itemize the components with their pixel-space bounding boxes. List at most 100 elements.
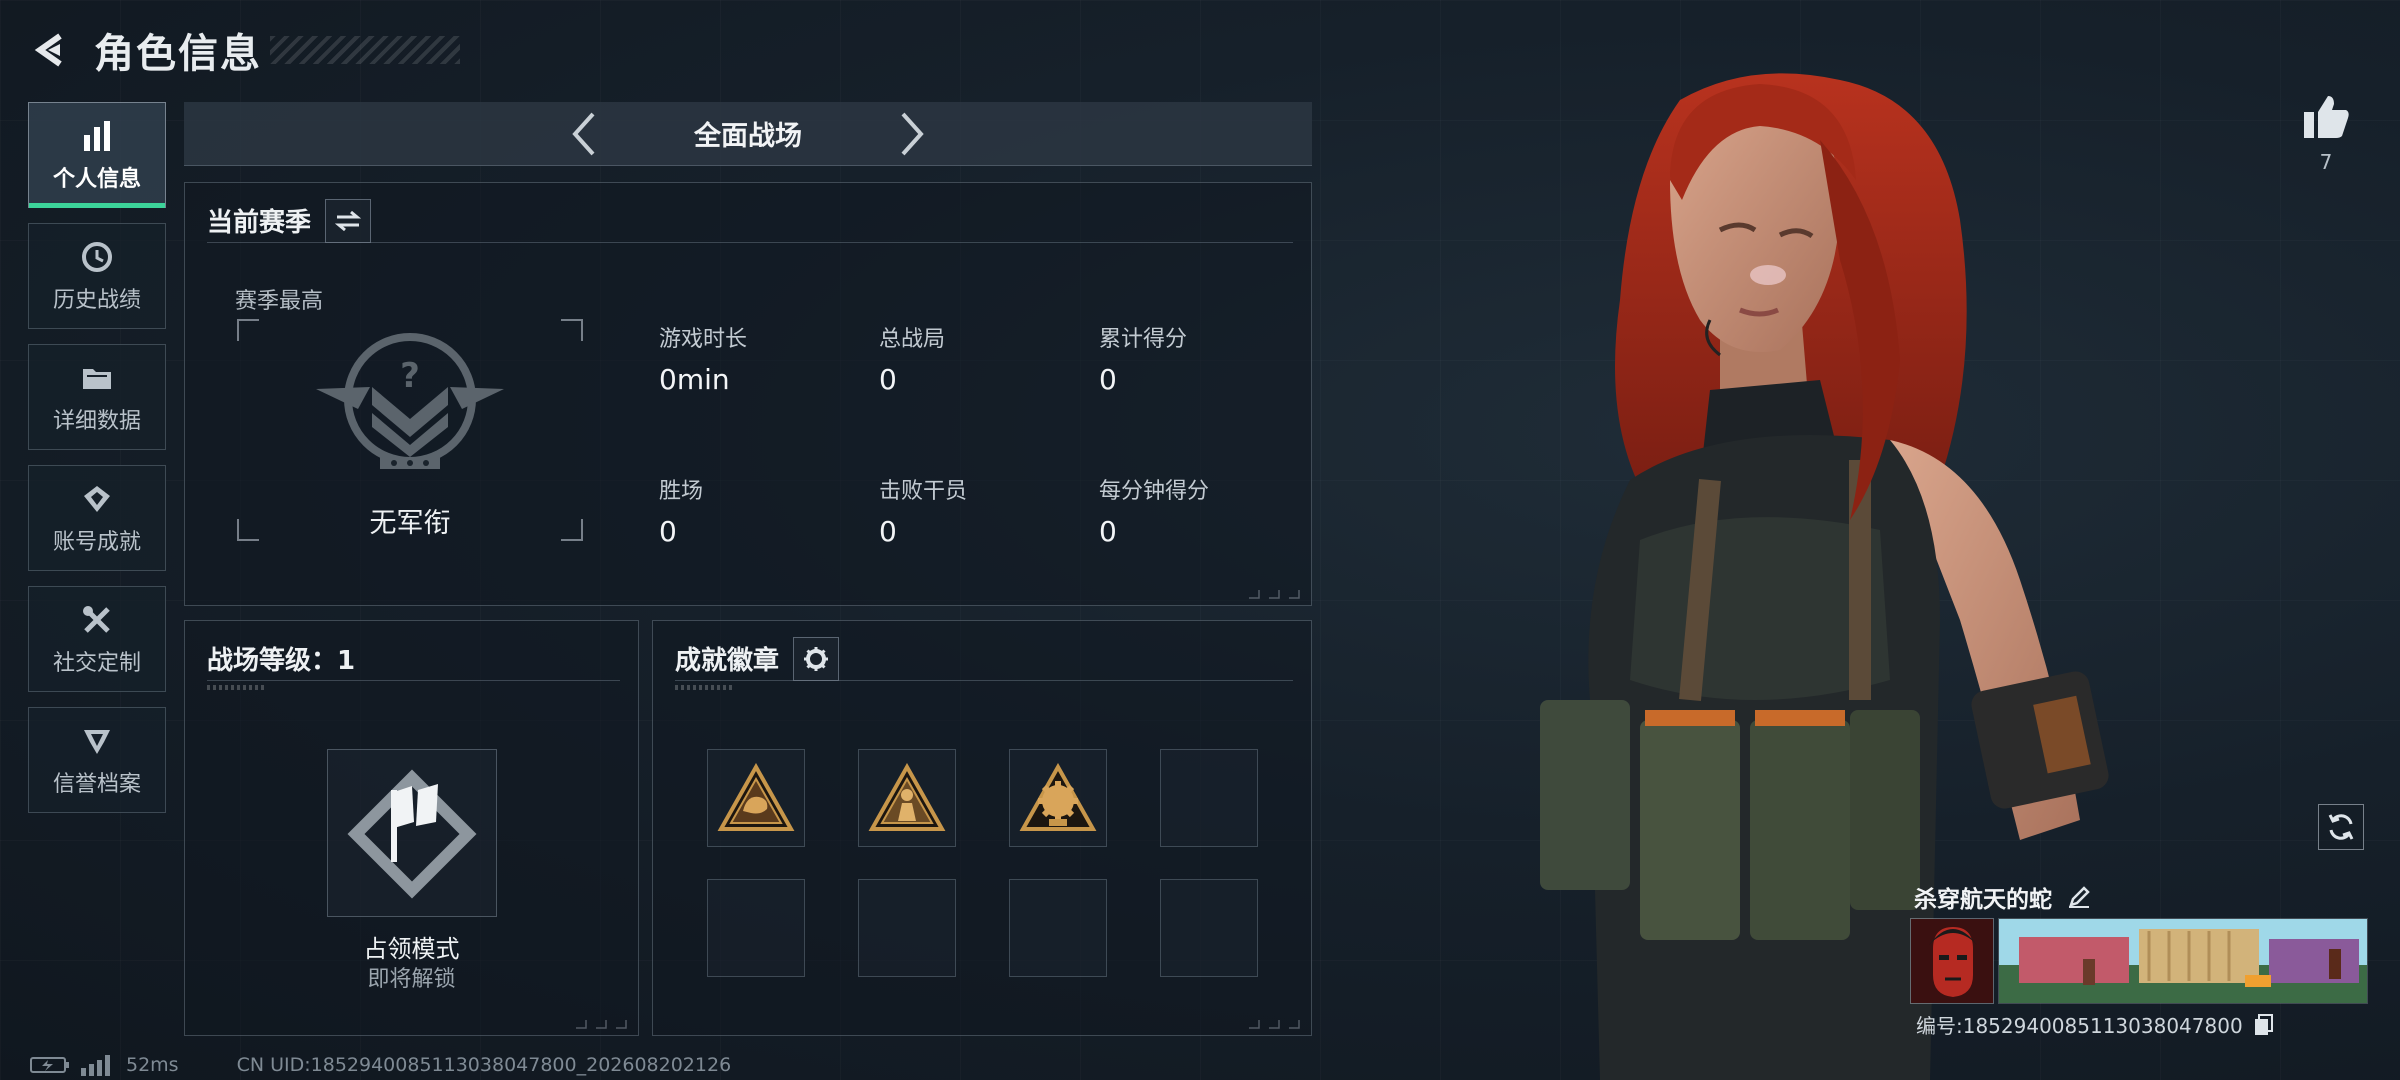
badges-panel: 成就徽章 (652, 620, 1312, 1036)
gear-icon (804, 646, 829, 671)
nav-item-personal-info[interactable]: 个人信息 (28, 102, 166, 208)
season-best-label: 赛季最高 (235, 289, 324, 314)
rank-name: 无军衔 (369, 508, 451, 539)
nav-item-credit-profile[interactable]: 信誉档案 (28, 707, 166, 813)
stat-wins: 胜场 0 (659, 473, 859, 548)
level-header: 战场等级：1 (207, 637, 620, 681)
player-name: 杀穿航天的蛇 (1914, 887, 2052, 913)
stat-label: 游戏时长 (659, 327, 748, 352)
level-mode-tile[interactable] (327, 749, 497, 917)
header-decoration (207, 685, 267, 690)
player-card-name-row: 杀穿航天的蛇 (1914, 880, 2094, 914)
level-mode-status: 即将解锁 (367, 967, 456, 992)
header-decoration (675, 685, 735, 690)
rank-frame: ? 无军衔 (237, 319, 583, 541)
player-banner (1998, 918, 2368, 1004)
season-title: 当前赛季 (207, 208, 312, 238)
folder-icon (78, 359, 116, 397)
page-header: 角色信息 (28, 20, 460, 80)
like-count: 7 (2319, 150, 2333, 174)
mode-next-button[interactable] (888, 102, 938, 166)
badge-fist-icon (717, 763, 795, 831)
level-panel: 战场等级：1 占领模式 即将解锁 (184, 620, 639, 1036)
panel-corner-decoration (1249, 1020, 1300, 1029)
badge-slot[interactable] (1160, 749, 1258, 847)
nav-label: 信誉档案 (52, 772, 141, 797)
tools-icon (78, 601, 116, 639)
stat-total-matches: 总战局 0 (879, 321, 1079, 396)
badge-slot[interactable] (1009, 879, 1107, 977)
copy-id-button[interactable] (2251, 1012, 2277, 1038)
badge-slot[interactable] (858, 879, 956, 977)
nav-item-history[interactable]: 历史战绩 (28, 223, 166, 329)
panel-corner-decoration (1249, 590, 1300, 599)
chevron-right-icon (901, 112, 924, 155)
panel-corner-decoration (576, 1020, 627, 1029)
nav-label: 社交定制 (52, 651, 141, 676)
battery-icon (30, 1057, 69, 1073)
badge-soldier-icon (868, 763, 946, 831)
avatar[interactable] (1910, 918, 1994, 1004)
stat-value: 0 (1099, 363, 1117, 396)
stat-label: 胜场 (659, 479, 704, 504)
stat-kills: 击败干员 0 (879, 473, 1079, 548)
level-title: 战场等级：1 (207, 646, 356, 676)
stat-label: 每分钟得分 (1099, 479, 1210, 504)
player-id-row: 编号:1852940085113038047800 (1916, 1010, 2277, 1039)
nav-item-detailed-data[interactable]: 详细数据 (28, 344, 166, 450)
nav-item-social-custom[interactable]: 社交定制 (28, 586, 166, 692)
swap-icon (335, 210, 362, 231)
stat-label: 累计得分 (1099, 327, 1188, 352)
ping-value: 52ms (126, 1054, 179, 1076)
stat-play-time: 游戏时长 0min (659, 321, 859, 396)
mode-switcher: 全面战场 (184, 102, 1312, 166)
side-nav: 个人信息 历史战绩 详细数据 账号成就 社交定制 信誉档案 (28, 102, 166, 828)
pencil-icon (2069, 886, 2090, 908)
badge-slot[interactable] (707, 879, 805, 977)
badge-slot[interactable] (1009, 749, 1107, 847)
badges-header: 成就徽章 (675, 636, 1293, 681)
stat-value: 0 (659, 515, 677, 548)
season-header: 当前赛季 (207, 198, 1293, 243)
nav-label: 账号成就 (52, 530, 141, 555)
stat-total-score: 累计得分 0 (1099, 321, 1299, 396)
thumbs-up-icon (2304, 96, 2349, 138)
season-switch-button[interactable] (325, 198, 372, 243)
credit-shield-icon (78, 722, 116, 760)
refresh-icon (2328, 814, 2354, 840)
stat-value: 0min (659, 363, 730, 396)
copy-icon (2254, 1013, 2273, 1035)
signal-icon (81, 1055, 110, 1076)
stat-score-per-minute: 每分钟得分 0 (1099, 473, 1299, 548)
page-title: 角色信息 (94, 31, 262, 77)
like-group: 7 (2296, 94, 2356, 174)
like-button[interactable] (2296, 94, 2356, 144)
header-decoration (270, 36, 460, 64)
mode-title: 全面战场 (694, 121, 802, 152)
svg-text:?: ? (400, 356, 420, 396)
back-button[interactable] (28, 28, 72, 72)
nav-label: 详细数据 (52, 409, 141, 434)
level-mode-name: 占领模式 (363, 935, 460, 963)
badge-slot[interactable] (707, 749, 805, 847)
history-clock-icon (78, 238, 116, 276)
nav-label: 个人信息 (52, 167, 141, 192)
stat-value: 0 (879, 363, 897, 396)
season-panel: 当前赛季 赛季最高 ? 无军衔 游戏时长 0min 总战局 0 累计得分 0 胜… (184, 182, 1312, 606)
badge-slot[interactable] (858, 749, 956, 847)
stat-value: 0 (1099, 515, 1117, 548)
mode-prev-button[interactable] (558, 102, 608, 166)
player-id: 编号:1852940085113038047800 (1916, 1014, 2243, 1038)
uid-text: CN UID:1852940085113038047800_2026082021… (236, 1054, 732, 1076)
badge-gear-icon (1019, 763, 1097, 831)
badges-title: 成就徽章 (675, 646, 780, 676)
chevron-left-icon (572, 112, 595, 155)
badges-settings-button[interactable] (793, 636, 840, 681)
stat-label: 击败干员 (879, 479, 968, 504)
stat-value: 0 (879, 515, 897, 548)
edit-name-button[interactable] (2064, 882, 2094, 912)
badge-slot[interactable] (1160, 879, 1258, 977)
rotate-model-button[interactable] (2318, 804, 2364, 850)
rank-emblem-icon: ? (316, 333, 504, 469)
nav-item-achievements[interactable]: 账号成就 (28, 465, 166, 571)
